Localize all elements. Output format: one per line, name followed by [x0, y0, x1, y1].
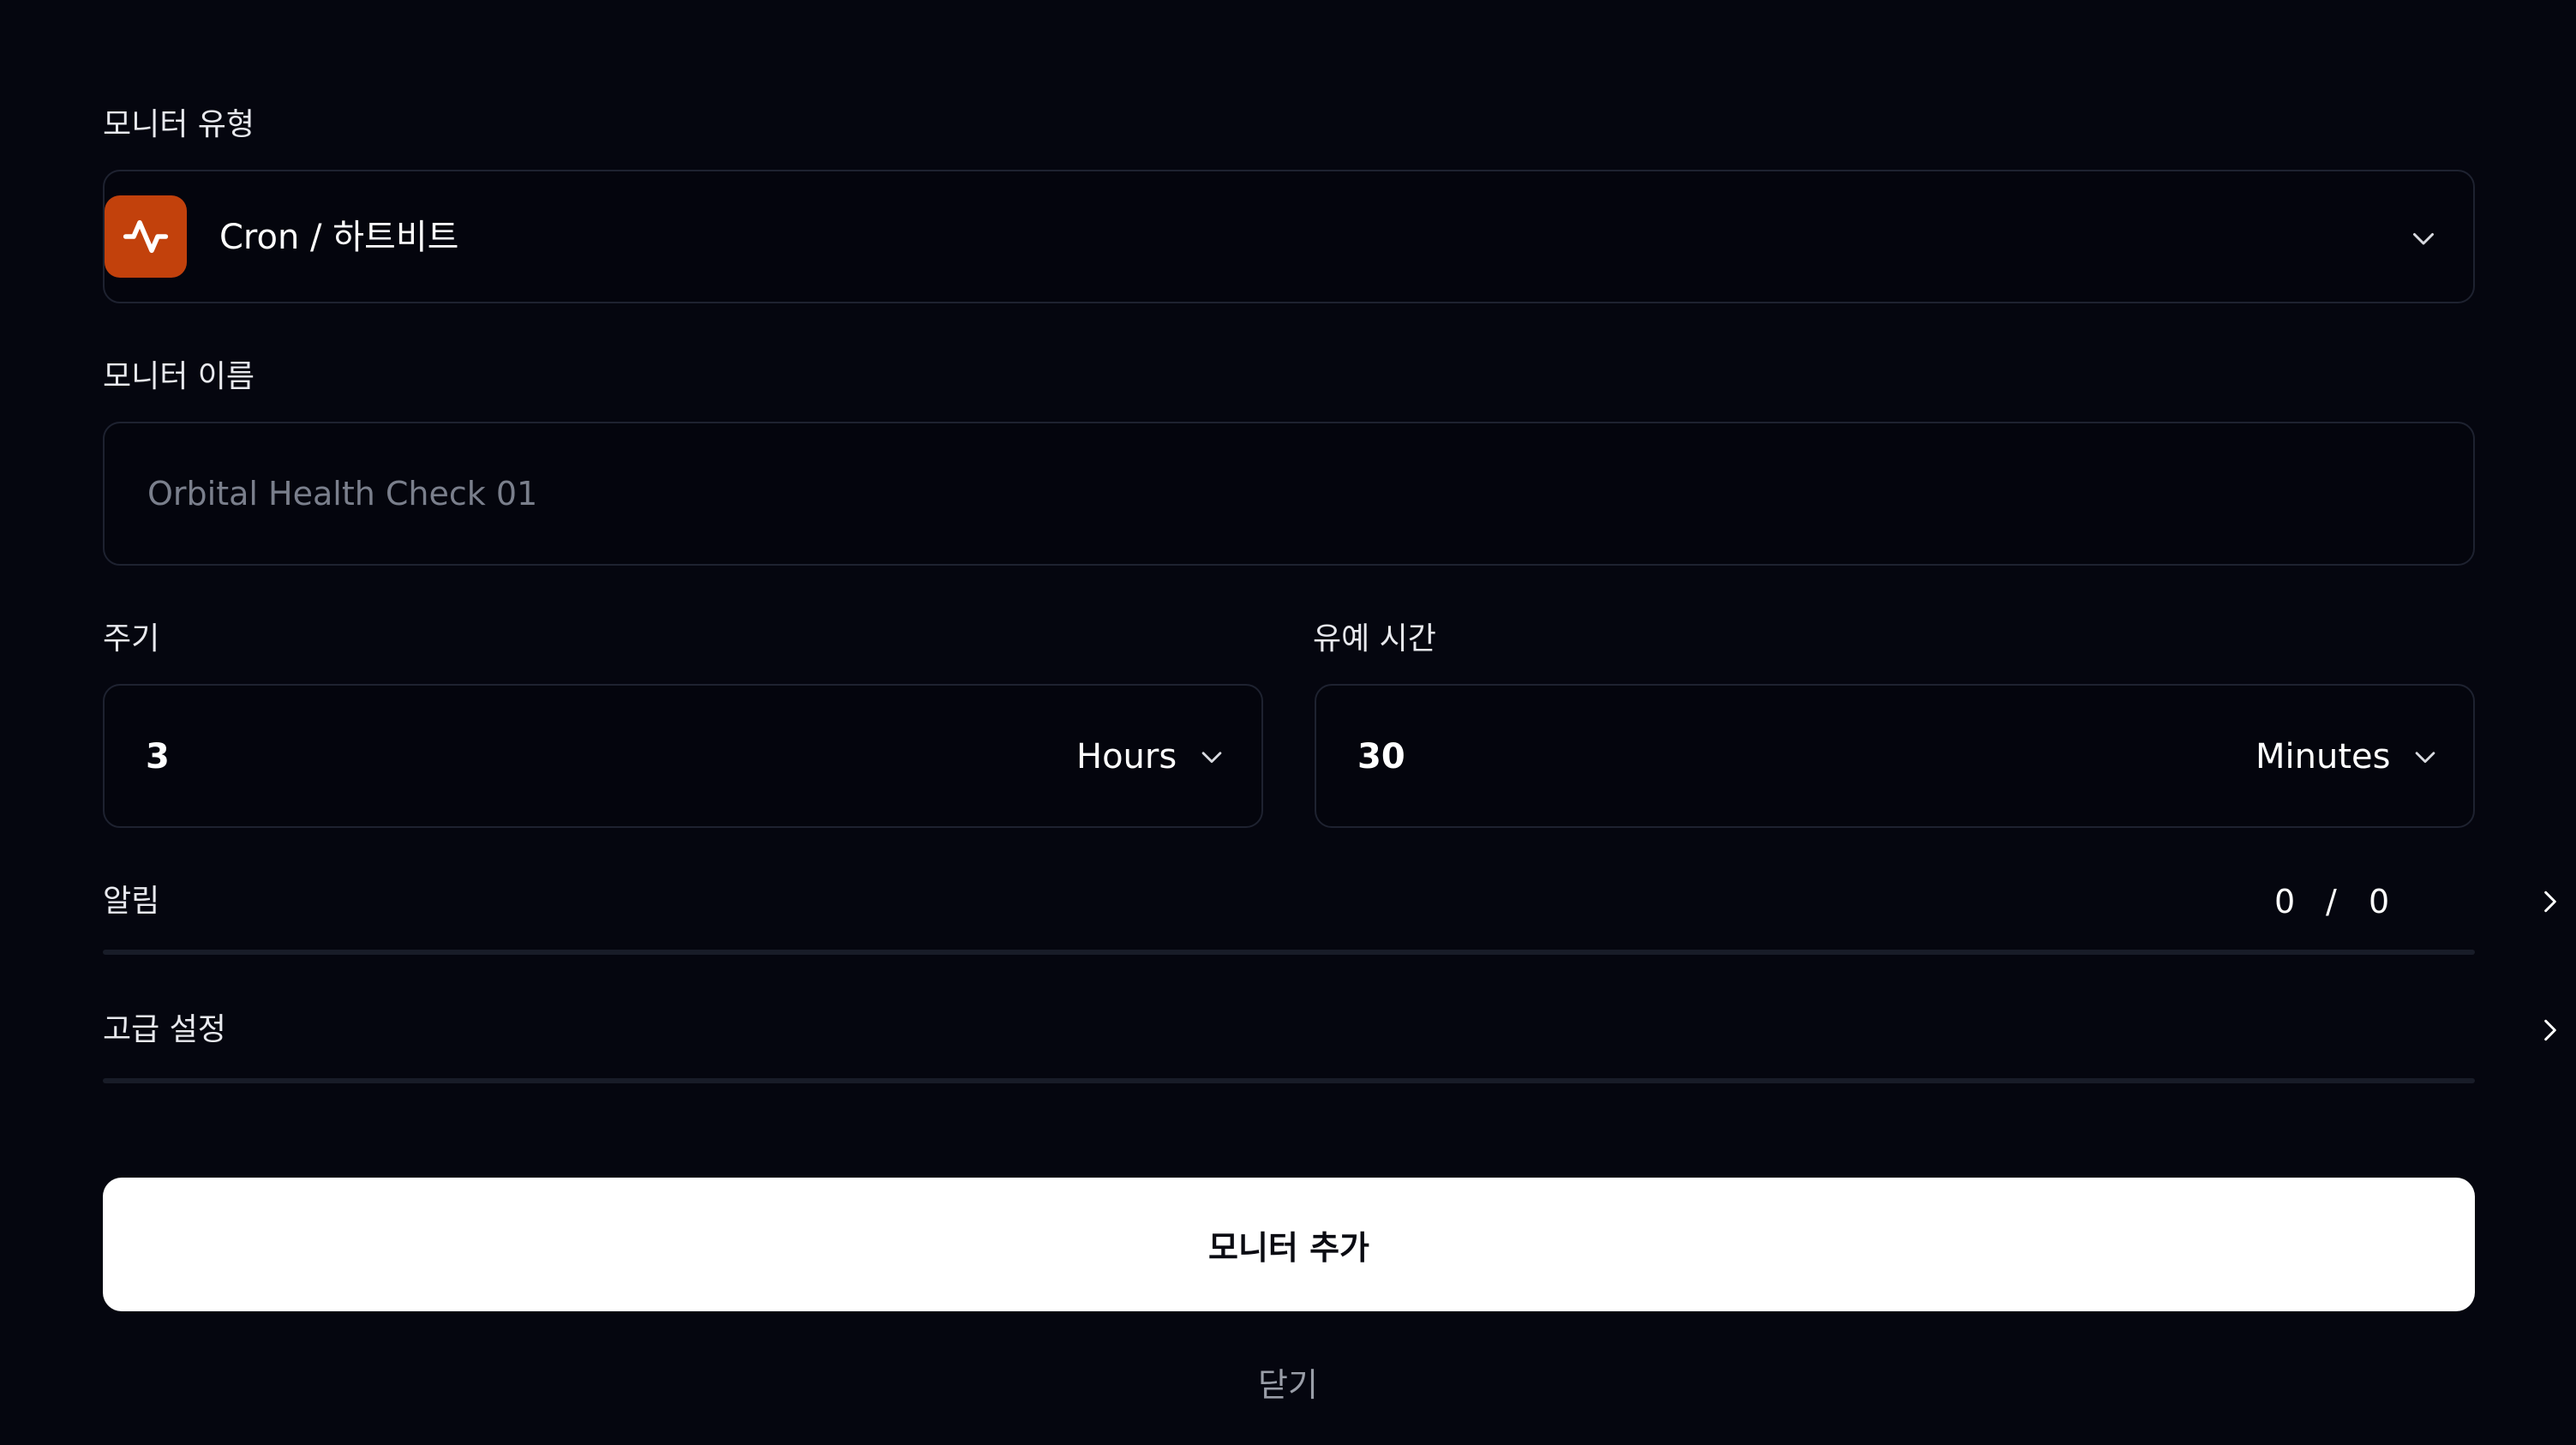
advanced-settings-row[interactable]: 고급 설정 [103, 1012, 2556, 1083]
grace-time-unit-select[interactable]: Minutes [2255, 734, 2441, 780]
grace-time-field[interactable]: 30 Minutes [1315, 684, 2475, 828]
monitor-type-select[interactable]: Cron / 하트비트 [103, 170, 2475, 303]
chevron-right-icon [2544, 890, 2556, 913]
alerts-row[interactable]: 알림 0 / 0 [103, 883, 2556, 955]
advanced-settings-label: 고급 설정 [103, 1012, 226, 1047]
chevron-down-icon [2413, 233, 2434, 245]
alerts-divider [103, 950, 2475, 955]
grace-time-value: 30 [1357, 737, 1405, 776]
period-field[interactable]: 3 Hours [103, 684, 1263, 828]
period-label: 주기 [103, 621, 160, 657]
monitor-name-input[interactable] [103, 422, 2475, 566]
monitor-type-value: Cron / 하트비트 [219, 218, 459, 257]
add-monitor-button[interactable]: 모니터 추가 [103, 1178, 2475, 1311]
add-monitor-form: 모니터 유형 Cron / 하트비트 모니터 이름 주기 3 Hours 유예 … [0, 0, 2576, 1445]
grace-time-unit-value: Minutes [2255, 737, 2391, 776]
chevron-down-icon [1201, 752, 1222, 764]
alerts-label: 알림 [103, 884, 160, 919]
monitor-name-label: 모니터 이름 [103, 359, 255, 394]
close-button[interactable]: 닫기 [1202, 1366, 1374, 1404]
monitor-type-label: 모니터 유형 [103, 107, 255, 142]
alerts-count-separator: / [2326, 883, 2337, 920]
period-value: 3 [146, 737, 170, 776]
period-unit-select[interactable]: Hours [1076, 734, 1228, 780]
advanced-settings-divider [103, 1078, 2475, 1083]
chevron-right-icon [2544, 1019, 2556, 1041]
alerts-count-total: 0 [2369, 883, 2390, 920]
activity-pulse-icon [105, 195, 187, 278]
chevron-down-icon [2416, 752, 2435, 764]
grace-time-label: 유예 시간 [1313, 621, 1436, 657]
period-unit-value: Hours [1076, 737, 1177, 776]
alerts-count-current: 0 [2274, 883, 2296, 920]
